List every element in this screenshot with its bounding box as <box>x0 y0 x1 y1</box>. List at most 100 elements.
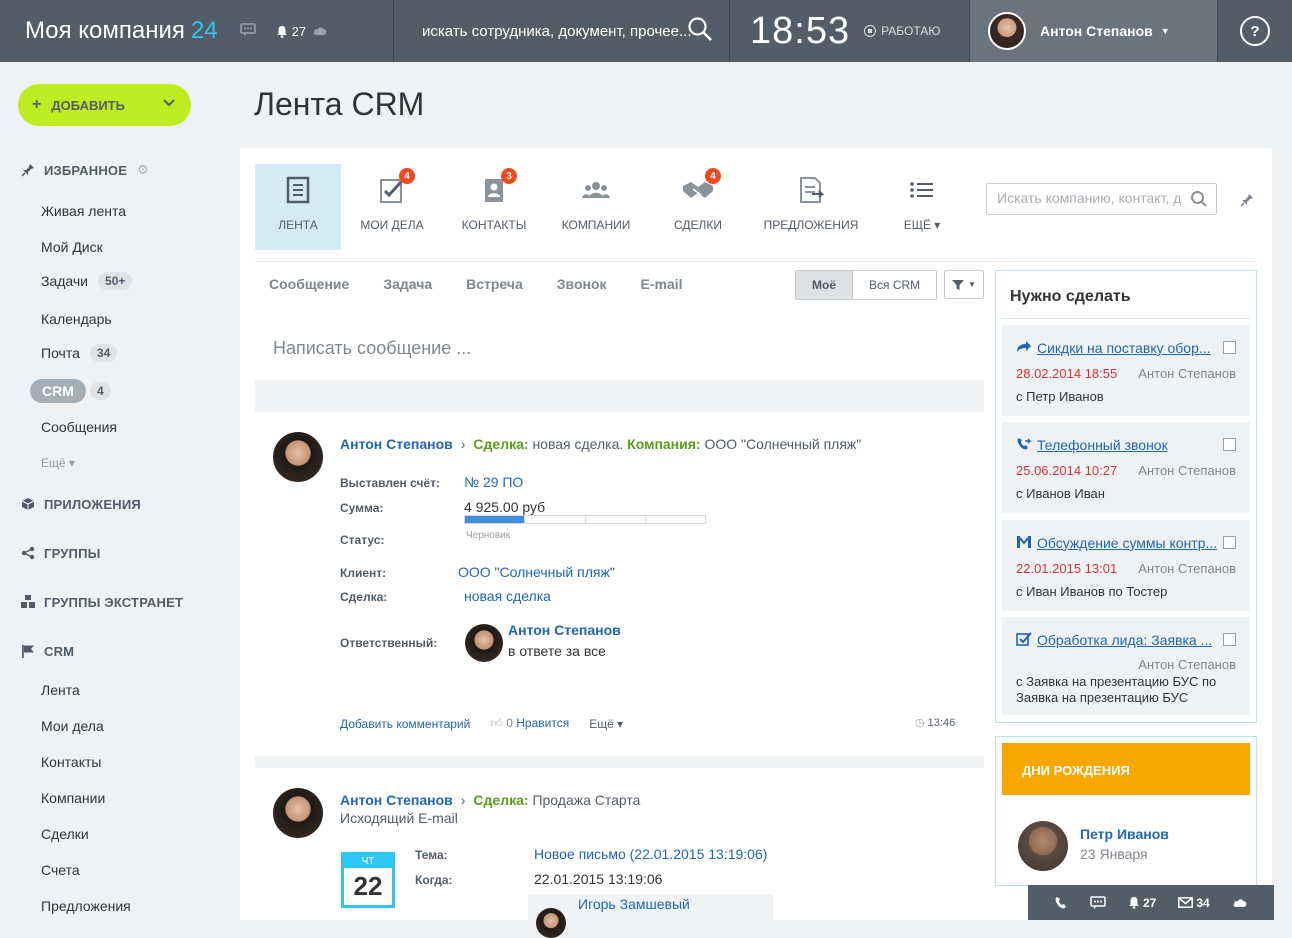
global-search-input[interactable]: искать сотрудника, документ, прочее... <box>422 23 691 40</box>
todo-item-title[interactable]: Обработка лида: Заявка ... <box>1037 632 1212 648</box>
progress-segment <box>646 516 705 523</box>
todo-item-title[interactable]: Телефонный звонок <box>1037 437 1168 453</box>
deal-value[interactable]: новая сделка. <box>532 436 623 452</box>
like-label: Нравится <box>516 716 570 730</box>
company-value[interactable]: ООО "Солнечный пляж" <box>704 436 861 452</box>
avatar[interactable] <box>273 788 323 838</box>
like-button[interactable]: 👍︎ 0 Нравится <box>490 716 569 731</box>
sidebar-item-crm-companies[interactable]: Компании <box>41 790 105 806</box>
sidebar-item-crm-feed[interactable]: Лента <box>41 682 80 698</box>
sidebar-item-label: Календарь <box>41 311 112 327</box>
add-button[interactable]: + ДОБАВИТЬ <box>18 84 191 126</box>
avatar[interactable] <box>1018 821 1068 871</box>
search-icon[interactable] <box>687 16 713 42</box>
sidebar-item-crm-invoices[interactable]: Счета <box>41 862 80 878</box>
compose-message-input[interactable]: Написать сообщение ... <box>273 338 471 359</box>
post-header: Антон Степанов › Сделка: новая сделка. Ком… <box>340 436 861 452</box>
pin-icon <box>20 162 36 178</box>
global-search[interactable]: искать сотрудника, документ, прочее... <box>394 0 730 62</box>
mail-button[interactable]: 34 <box>1178 896 1210 910</box>
todo-item-title[interactable]: Сикдки на поставку обор... <box>1037 340 1211 356</box>
tab-contacts[interactable]: 3 КОНТАКТЫ <box>443 164 545 250</box>
company-name[interactable]: Моя компания <box>25 17 185 45</box>
company-number[interactable]: 24 <box>191 17 218 45</box>
sidebar-item-crm-deals[interactable]: Сделки <box>41 826 89 842</box>
tab-deals[interactable]: 4 СДЕЛКИ <box>647 164 749 250</box>
tab-email[interactable]: E-mail <box>641 276 683 292</box>
work-status[interactable]: РАБОТАЮ <box>864 24 940 38</box>
share-icon <box>20 545 36 561</box>
tab-my-deals[interactable]: 4 МОИ ДЕЛА <box>341 164 443 250</box>
notifications-button[interactable]: 27 <box>1128 896 1156 910</box>
post-author[interactable]: Антон Степанов <box>340 792 453 808</box>
birthday-person-name[interactable]: Петр Иванов <box>1080 826 1169 842</box>
sidebar-item-my-disk[interactable]: Мой Диск <box>41 239 103 255</box>
post-author[interactable]: Антон Степанов <box>340 436 453 452</box>
avatar[interactable] <box>465 624 503 662</box>
subject-link[interactable]: Новое письмо (22.01.2015 13:19:06) <box>534 846 767 862</box>
sidebar-more[interactable]: Ещё ▾ <box>41 456 75 470</box>
post-more-button[interactable]: Ещё ▾ <box>589 717 623 731</box>
section-extranet[interactable]: ГРУППЫ ЭКСТРАНЕТ <box>20 594 183 610</box>
sidebar-item-mail[interactable]: Почта 34 <box>41 344 118 362</box>
section-apps[interactable]: ПРИЛОЖЕНИЯ <box>20 496 141 512</box>
todo-item[interactable]: Телефонный звонок 25.06.2014 10:27 Антон… <box>1002 422 1250 513</box>
section-groups[interactable]: ГРУППЫ <box>20 545 101 561</box>
tab-task[interactable]: Задача <box>383 276 432 292</box>
like-count: 0 <box>506 716 513 730</box>
sidebar-item-crm-contacts[interactable]: Контакты <box>41 754 101 770</box>
add-button-label: ДОБАВИТЬ <box>51 97 125 113</box>
section-favorites[interactable]: ИЗБРАННОЕ ⚙ <box>20 162 149 178</box>
cloud-icon[interactable] <box>312 23 328 39</box>
invoice-link[interactable]: № 29 ПО <box>464 474 523 490</box>
todo-checkbox[interactable] <box>1223 536 1236 549</box>
todo-checkbox[interactable] <box>1223 633 1236 646</box>
tab-message[interactable]: Сообщение <box>269 276 349 292</box>
tab-quotes[interactable]: ПРЕДЛОЖЕНИЯ <box>749 164 873 250</box>
deal-value[interactable]: Продажа Старта <box>532 792 640 808</box>
tab-companies[interactable]: КОМПАНИИ <box>545 164 647 250</box>
filter-button[interactable]: ▼ <box>944 270 984 299</box>
scope-all-button[interactable]: Вся CRM <box>853 271 936 299</box>
todo-checkbox[interactable] <box>1223 438 1236 451</box>
add-comment-link[interactable]: Добавить комментарий <box>340 717 470 731</box>
search-icon[interactable] <box>1190 190 1208 208</box>
client-link[interactable]: ООО "Солнечный пляж" <box>458 564 615 580</box>
todo-item-title[interactable]: Обсуждение суммы контр... <box>1037 535 1217 551</box>
help-button[interactable]: ? <box>1240 16 1270 46</box>
caret-down-icon: ▼ <box>968 280 976 289</box>
cloud-icon[interactable] <box>1232 897 1248 908</box>
pin-icon[interactable] <box>1240 193 1254 210</box>
scope-mine-button[interactable]: Моё <box>796 271 853 299</box>
chat-icon[interactable] <box>239 22 256 40</box>
user-menu[interactable]: Антон Степанов ▼ <box>970 0 1218 62</box>
sidebar-item-calendar[interactable]: Календарь <box>41 311 112 327</box>
sidebar-item-live-feed[interactable]: Живая лента <box>41 203 126 219</box>
tab-feed[interactable]: ЛЕНТА <box>255 164 341 250</box>
todo-item[interactable]: Сикдки на поставку обор... 28.02.2014 18… <box>1002 325 1250 416</box>
tab-more[interactable]: ЕЩЁ ▾ <box>873 164 971 250</box>
phone-icon[interactable] <box>1054 896 1068 910</box>
sidebar-item-tasks[interactable]: Задачи 50+ <box>41 272 133 290</box>
email-contact-card[interactable]: Игорь Замшевый <box>528 894 773 938</box>
contact-name[interactable]: Игорь Замшевый <box>578 896 690 912</box>
section-crm[interactable]: CRM <box>20 643 74 659</box>
chat-icon[interactable] <box>1090 895 1106 910</box>
deal-link[interactable]: новая сделка <box>464 588 551 604</box>
todo-item[interactable]: Обработка лида: Заявка ... Антон Степано… <box>1002 617 1250 715</box>
avatar[interactable] <box>273 432 323 482</box>
notifications-button[interactable]: 27 <box>276 24 306 39</box>
tab-meeting[interactable]: Встреча <box>466 276 523 292</box>
sidebar-item-messages[interactable]: Сообщения <box>41 419 117 435</box>
sidebar-item-crm-quotes[interactable]: Предложения <box>41 898 131 914</box>
clock[interactable]: 18:53 РАБОТАЮ <box>730 0 970 62</box>
todo-item[interactable]: Обсуждение суммы контр... 22.01.2015 13:… <box>1002 520 1250 611</box>
gear-icon[interactable]: ⚙ <box>137 162 149 178</box>
sidebar-item-crm[interactable]: CRM <box>30 379 86 403</box>
status-progress-bar <box>464 515 706 524</box>
todo-checkbox[interactable] <box>1223 341 1236 354</box>
tab-call[interactable]: Звонок <box>557 276 607 292</box>
responsible-name[interactable]: Антон Степанов <box>508 622 621 638</box>
sidebar-item-crm-my-deals[interactable]: Мои дела <box>41 718 104 734</box>
crm-search-input[interactable]: Искать компанию, контакт, д <box>986 183 1217 215</box>
